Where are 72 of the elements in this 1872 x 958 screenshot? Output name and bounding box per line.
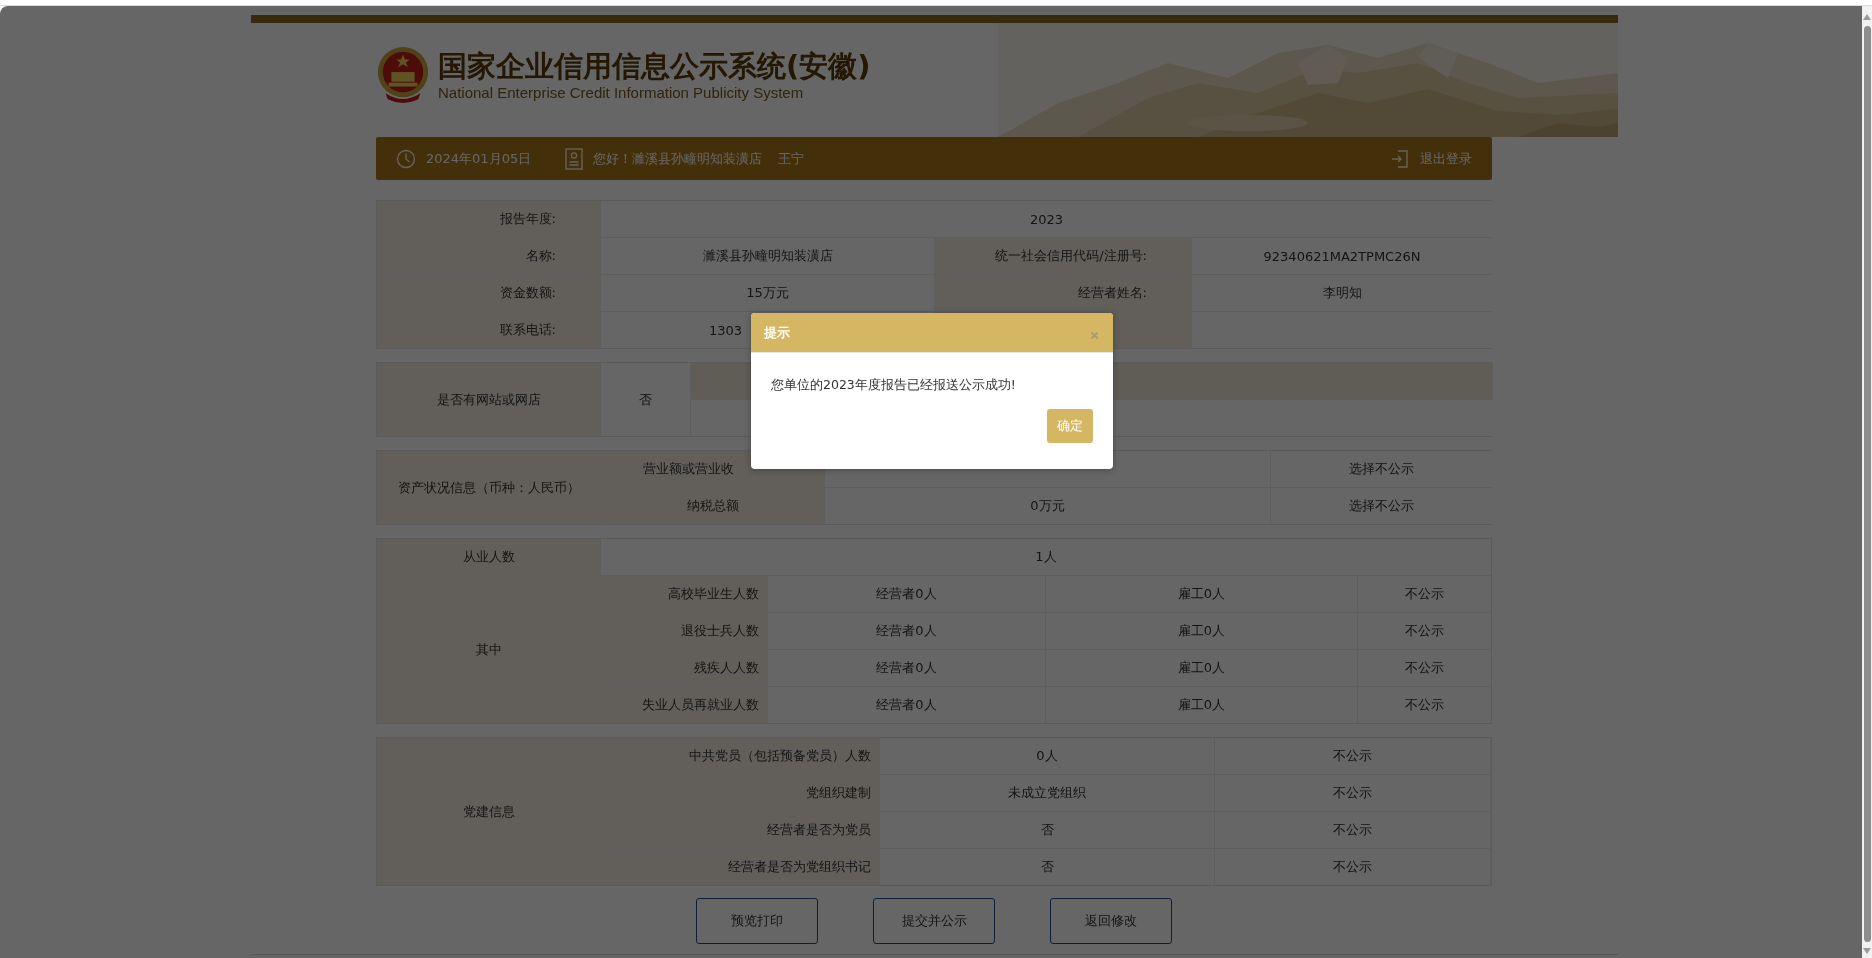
- field-label: 资金数额:: [499, 284, 556, 302]
- field-label: 从业人数: [462, 548, 515, 566]
- field-label: 经营者姓名:: [1077, 284, 1147, 302]
- disclosure-status: 不公示: [1405, 585, 1444, 603]
- field-value: 1303: [709, 322, 743, 338]
- logout-icon[interactable]: [1390, 147, 1410, 170]
- field-value: 雇工0人: [1177, 696, 1226, 714]
- user-name: 王宁: [778, 149, 805, 168]
- field-value: 濉溪县孙疃明知装潢店: [702, 247, 833, 265]
- emblem-icon: [376, 45, 430, 103]
- disclosure-status: 选择不公示: [1349, 497, 1414, 515]
- scroll-up-icon[interactable]: [1863, 14, 1871, 20]
- field-label: 退役士兵人数: [681, 622, 759, 640]
- field-label: 纳税总额: [686, 497, 739, 515]
- dialog-title: 提示: [764, 323, 791, 342]
- field-label: 残疾人人数: [694, 659, 759, 677]
- section-label: 其中: [475, 640, 502, 659]
- action-button[interactable]: 提交并公示: [873, 898, 995, 944]
- disclosure-status: 不公示: [1333, 784, 1372, 802]
- field-label: 党组织建制: [806, 784, 871, 802]
- field-value: 经营者0人: [876, 659, 937, 677]
- field-label: 报告年度:: [499, 210, 556, 228]
- field-value: 否: [1040, 821, 1054, 839]
- action-button[interactable]: 预览打印: [696, 898, 818, 944]
- field-label: 是否有网站或网店: [436, 390, 541, 409]
- site-title: 国家企业信用信息公示系统(安徽): [438, 47, 871, 84]
- field-value: 15万元: [746, 284, 789, 302]
- scrollbar[interactable]: [1862, 6, 1872, 958]
- field-value: 否: [639, 390, 652, 409]
- field-label: 联系电话:: [499, 321, 556, 339]
- disclosure-status: 不公示: [1333, 821, 1372, 839]
- field-label: 名称:: [525, 247, 556, 265]
- confirm-button[interactable]: 确定: [1047, 409, 1093, 443]
- action-button[interactable]: 返回修改: [1050, 898, 1172, 944]
- field-label: 失业人员再就业人数: [642, 696, 759, 714]
- disclosure-status: 不公示: [1405, 622, 1444, 640]
- field-value: 未成立党组织: [1008, 784, 1086, 802]
- disclosure-status: 不公示: [1405, 659, 1444, 677]
- disclosure-status: 不公示: [1333, 858, 1372, 876]
- field-value: 雇工0人: [1177, 659, 1226, 677]
- field-value: 经营者0人: [876, 585, 937, 603]
- field-label: 经营者是否为党员: [767, 821, 871, 839]
- field-value: 雇工0人: [1177, 585, 1226, 603]
- field-value: 雇工0人: [1177, 622, 1226, 640]
- field-label: 中共党员（包括预备党员）人数: [689, 747, 871, 765]
- disclosure-status: 选择不公示: [1349, 460, 1414, 478]
- field-value: 经营者0人: [876, 622, 937, 640]
- section-label: 资产状况信息（币种：人民币）: [397, 478, 580, 497]
- scroll-down-icon[interactable]: [1863, 948, 1871, 954]
- field-value: 0万元: [1030, 497, 1065, 515]
- scrollbar-thumb[interactable]: [1863, 26, 1871, 942]
- field-label: 高校毕业生人数: [668, 585, 759, 603]
- field-label: 经营者是否为党组织书记: [728, 858, 871, 876]
- logout-link[interactable]: 退出登录: [1420, 149, 1472, 168]
- disclosure-status: 不公示: [1333, 747, 1372, 765]
- field-value: 李明知: [1322, 284, 1362, 302]
- id-card-icon: [565, 147, 584, 170]
- field-value: 经营者0人: [876, 696, 937, 714]
- field-value: 0人: [1036, 747, 1058, 765]
- date-text: 2024年01月05日: [426, 149, 532, 168]
- site-subtitle: National Enterprise Credit Information Publicity System: [438, 83, 805, 101]
- dialog-message: 您单位的2023年度报告已经报送公示成功!: [770, 376, 1017, 394]
- section-label: 党建信息: [462, 802, 515, 821]
- close-icon[interactable]: [1090, 331, 1099, 340]
- greeting-text: 您好！濉溪县孙疃明知装潢店: [593, 149, 763, 168]
- disclosure-status: 不公示: [1405, 696, 1444, 714]
- clock-icon: [396, 147, 416, 170]
- field-value: 否: [1040, 858, 1054, 876]
- field-value: 92340621MA2TPMC26N: [1263, 248, 1421, 264]
- field-value: 1人: [1035, 548, 1057, 566]
- field-label: 营业额或营业收: [643, 460, 734, 478]
- field-value: 2023: [1029, 211, 1064, 227]
